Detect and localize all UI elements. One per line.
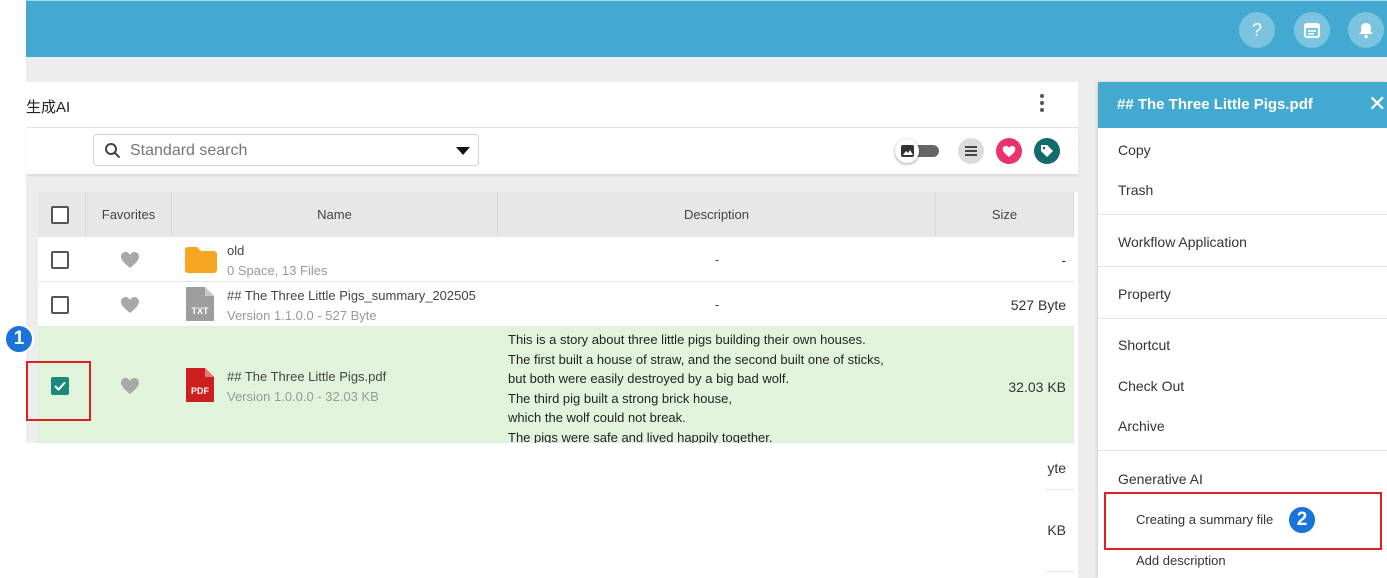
context-menu-header: ## The Three Little Pigs.pdf ✕ xyxy=(1098,82,1387,128)
help-icon[interactable]: ? xyxy=(1239,12,1275,48)
file-name[interactable]: ## The Three Little Pigs_summary_202505 xyxy=(227,288,476,303)
column-name[interactable]: Name xyxy=(172,192,498,237)
file-description: - xyxy=(714,297,720,312)
search-placeholder: Standard search xyxy=(130,142,248,159)
file-size: - xyxy=(1061,252,1066,268)
menu-item-add-description[interactable]: Add description xyxy=(1136,553,1226,568)
file-size: 32.03 KB xyxy=(1008,379,1066,395)
txt-file-icon: TXT xyxy=(186,287,214,321)
favorite-heart-icon[interactable] xyxy=(120,251,140,269)
favorite-heart-icon[interactable] xyxy=(120,377,140,395)
file-name[interactable]: ## The Three Little Pigs.pdf xyxy=(227,369,386,384)
column-favorites[interactable]: Favorites xyxy=(86,192,172,237)
menu-divider xyxy=(1098,266,1387,267)
menu-item-shortcut[interactable]: Shortcut xyxy=(1118,337,1170,353)
file-size: 527 Byte xyxy=(1010,297,1066,313)
step-badge-1: 1 xyxy=(4,324,34,354)
file-name[interactable]: old xyxy=(227,243,244,258)
column-description[interactable]: Description xyxy=(498,192,936,237)
table-row-selected[interactable]: PDF ## The Three Little Pigs.pdf Version… xyxy=(38,327,1074,445)
close-icon[interactable]: ✕ xyxy=(1368,93,1386,115)
search-box[interactable]: Standard search xyxy=(93,134,479,166)
panel-title: 生成AI xyxy=(26,99,71,116)
context-menu-title: ## The Three Little Pigs.pdf xyxy=(1117,96,1313,113)
image-icon xyxy=(895,139,919,163)
thumbnail-toggle[interactable] xyxy=(895,139,941,163)
left-edge xyxy=(0,0,26,578)
toolbar: Standard search xyxy=(26,128,1078,174)
menu-item-copy[interactable]: Copy xyxy=(1118,142,1151,158)
menu-item-archive[interactable]: Archive xyxy=(1118,418,1165,434)
column-size[interactable]: Size xyxy=(936,192,1074,237)
menu-item-checkout[interactable]: Check Out xyxy=(1118,378,1184,394)
favorite-heart-icon[interactable] xyxy=(120,296,140,314)
step-badge-2: 2 xyxy=(1287,505,1317,535)
file-meta: 0 Space, 13 Files xyxy=(227,263,328,278)
row-checkbox[interactable] xyxy=(51,251,69,269)
file-size: yte xyxy=(1047,460,1066,476)
top-app-bar: ? xyxy=(26,0,1387,57)
table-row[interactable]: TXT ## The Three Little Pigs_summary_202… xyxy=(38,282,1074,327)
file-description: This is a story about three little pigs … xyxy=(508,332,884,445)
menu-item-workflow[interactable]: Workflow Application xyxy=(1118,234,1247,250)
tag-filter-icon[interactable] xyxy=(1034,138,1060,164)
menu-divider xyxy=(1098,450,1387,451)
menu-item-property[interactable]: Property xyxy=(1118,286,1171,302)
file-description: - xyxy=(714,252,720,267)
more-options-icon[interactable] xyxy=(1037,94,1047,116)
panel-header: 生成AI xyxy=(26,82,1078,128)
table-row[interactable]: old 0 Space, 13 Files - - xyxy=(38,237,1074,282)
menu-divider xyxy=(1098,214,1387,215)
calendar-icon[interactable] xyxy=(1294,12,1330,48)
table-header: Favorites Name Description Size xyxy=(38,192,1074,237)
file-meta: Version 1.0.0.0 - 32.03 KB xyxy=(227,389,379,404)
row-checkbox[interactable] xyxy=(51,296,69,314)
search-dropdown-icon[interactable] xyxy=(456,147,470,155)
folder-icon xyxy=(185,247,217,273)
menu-divider xyxy=(1098,318,1387,319)
search-icon xyxy=(105,143,121,159)
file-meta: Version 1.1.0.0 - 527 Byte xyxy=(227,308,377,323)
bell-icon[interactable] xyxy=(1348,12,1384,48)
pdf-file-icon: PDF xyxy=(186,368,214,402)
popup-shadow-area xyxy=(26,443,1046,578)
menu-item-generative-ai[interactable]: Generative AI xyxy=(1118,471,1203,487)
file-size: KB xyxy=(1047,522,1066,538)
favorites-filter-icon[interactable] xyxy=(996,138,1022,164)
highlight-checkbox-box xyxy=(26,361,91,421)
menu-item-trash[interactable]: Trash xyxy=(1118,182,1153,198)
select-all-checkbox[interactable] xyxy=(51,206,69,224)
list-view-icon[interactable] xyxy=(958,138,984,164)
highlight-summary-box xyxy=(1104,492,1382,550)
